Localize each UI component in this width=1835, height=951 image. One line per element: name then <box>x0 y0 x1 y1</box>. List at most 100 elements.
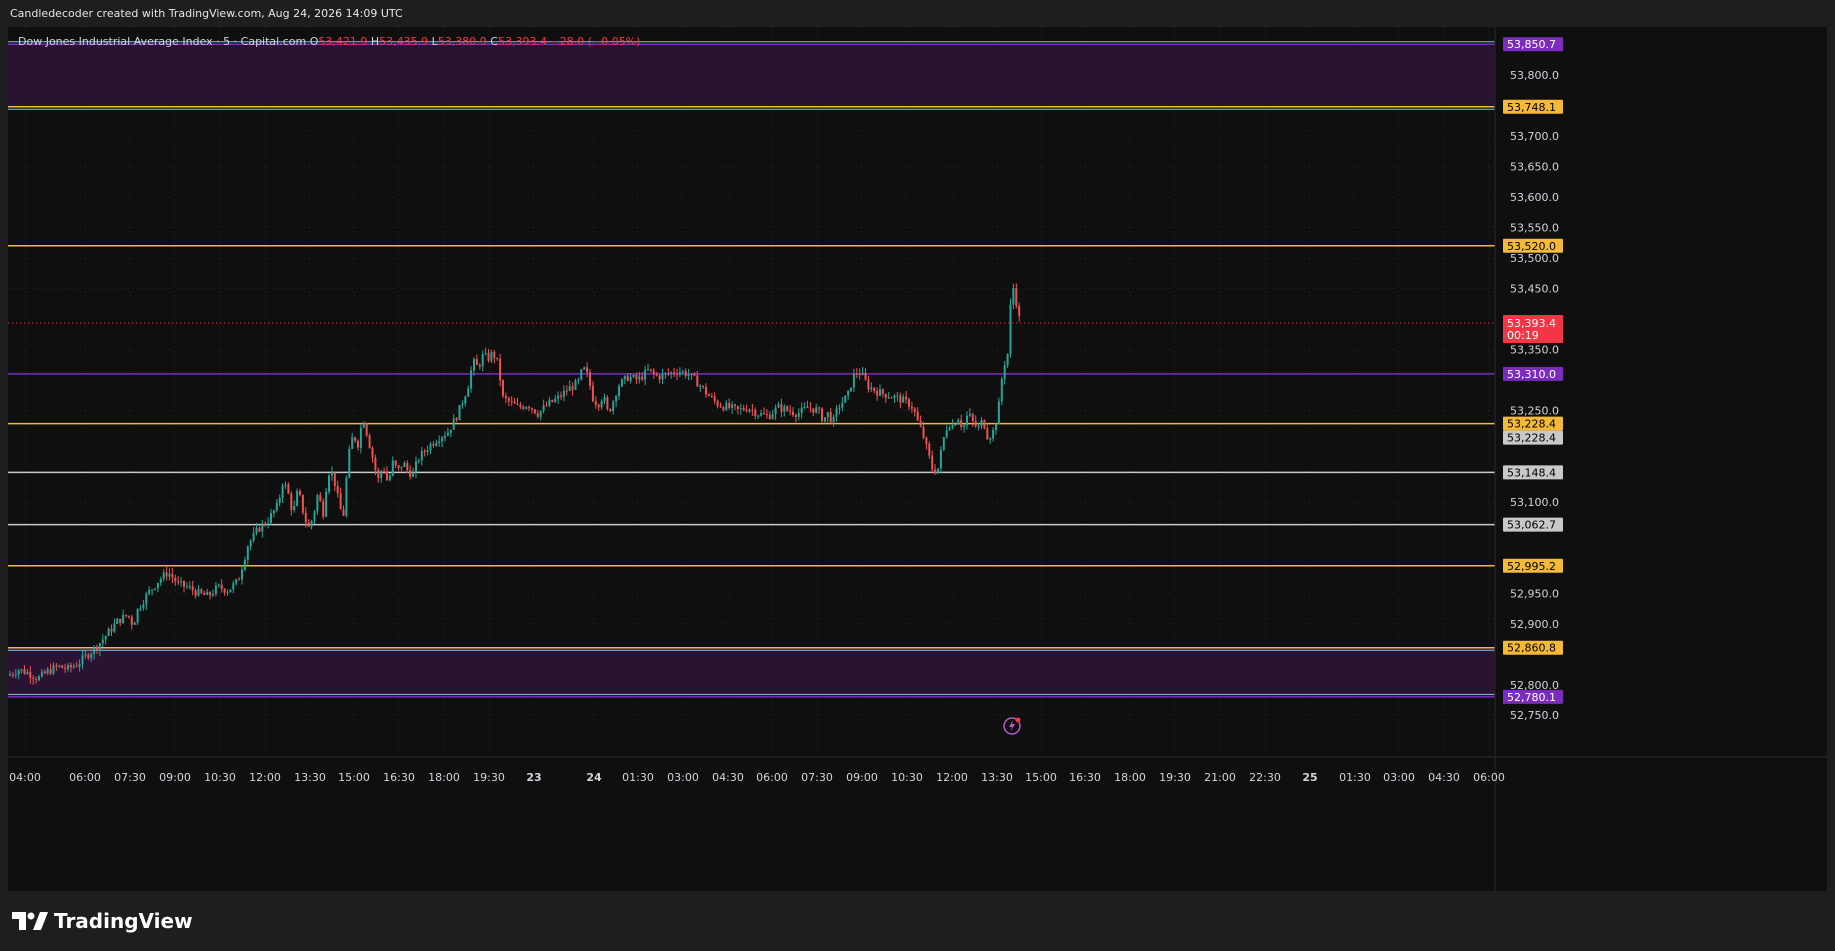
candle-body <box>113 623 116 632</box>
candle-body <box>185 586 188 588</box>
candle-body <box>539 410 542 417</box>
candle-body <box>667 372 670 374</box>
candle-body <box>632 374 635 378</box>
candle-body <box>412 472 415 477</box>
candle-body <box>371 447 374 458</box>
candle-body <box>707 394 710 397</box>
candle-body <box>438 441 441 443</box>
candle-body <box>818 407 821 409</box>
candle-body <box>548 399 551 406</box>
candle-body <box>792 411 794 416</box>
candle-body <box>212 594 214 596</box>
candle-body <box>713 396 716 401</box>
candle-body <box>676 373 678 375</box>
candle-body <box>594 401 597 405</box>
candle-body <box>968 414 971 416</box>
candle-body <box>560 395 562 397</box>
candle-body <box>487 353 490 361</box>
candle-body <box>803 406 806 408</box>
time-axis-label: 04:30 <box>712 771 744 784</box>
candle-body <box>623 375 626 380</box>
time-axis-label: 06:00 <box>1473 771 1505 784</box>
candle-body <box>136 608 139 623</box>
candle-body <box>626 375 629 381</box>
price-level-tag-label: 53,228.4 <box>1507 418 1556 431</box>
price-level-tag-label: 53,748.1 <box>1507 101 1556 114</box>
time-axis-label: 07:30 <box>114 771 146 784</box>
candle-body <box>461 403 464 406</box>
candle-body <box>931 455 934 470</box>
candle-body <box>783 406 786 412</box>
candle-body <box>826 412 829 418</box>
candle-body <box>145 593 148 605</box>
candle-body <box>455 418 458 421</box>
legend-high-value: 53,435.9 <box>379 35 429 48</box>
candle-body <box>32 677 35 679</box>
candle-body <box>87 654 90 659</box>
time-axis-label: 23 <box>526 771 541 784</box>
candle-body <box>722 407 725 411</box>
time-axis-label: 03:00 <box>1383 771 1415 784</box>
candle-body <box>191 586 194 591</box>
candle-body <box>156 582 159 589</box>
tradingview-logo[interactable]: TradingView <box>12 909 193 933</box>
candle-body <box>226 592 229 594</box>
candle-body <box>29 671 32 678</box>
price-level-tag-label: 53,310.0 <box>1507 368 1556 381</box>
candle-body <box>589 372 591 386</box>
time-axis-label: 06:00 <box>756 771 788 784</box>
candle-body <box>362 423 365 428</box>
candle-body <box>989 438 992 440</box>
candle-body <box>194 590 197 596</box>
candle-body <box>789 410 792 412</box>
candle-body <box>11 674 14 676</box>
candle-body <box>49 669 52 674</box>
candle-body <box>249 540 252 547</box>
candle-body <box>893 395 896 399</box>
time-axis-label: 01:30 <box>622 771 654 784</box>
candle-body <box>359 427 362 448</box>
candle-body <box>313 511 316 521</box>
candle-body <box>716 400 719 407</box>
candle-body <box>710 396 713 398</box>
candle-body <box>38 676 40 681</box>
candle-body <box>458 405 461 421</box>
candle-body <box>452 418 455 430</box>
time-axis-label: 16:30 <box>1069 771 1101 784</box>
candle-body <box>1012 288 1015 305</box>
candle-body <box>241 569 243 580</box>
candle-body <box>365 423 368 436</box>
candle-body <box>72 666 75 668</box>
candle-body <box>533 409 536 414</box>
candle-body <box>67 665 69 669</box>
candle-body <box>945 430 948 438</box>
candle-body <box>960 419 963 427</box>
candle-body <box>14 674 17 676</box>
candle-body <box>386 471 388 481</box>
candle-body <box>850 387 852 392</box>
candle-body <box>829 412 832 423</box>
time-axis-label: 04:00 <box>9 771 41 784</box>
candle-body <box>444 435 446 438</box>
candle-body <box>620 379 623 387</box>
candle-body <box>652 370 655 374</box>
legend-symbol[interactable]: Dow Jones Industrial Average Index · 5 ·… <box>18 35 306 48</box>
candle-body <box>980 420 983 426</box>
candle-body <box>470 370 473 389</box>
price-axis-label: 53,250.0 <box>1510 404 1559 417</box>
candle-body <box>235 579 238 584</box>
candle-body <box>220 584 223 590</box>
price-axis-label: 52,750.0 <box>1510 709 1559 722</box>
candle-body <box>687 374 690 376</box>
candle-body <box>342 509 345 516</box>
candle-body <box>861 372 864 375</box>
price-chart[interactable]: 53,800.0 53,700.0 53,650.0 53,600.0 53,550.0… <box>8 27 1827 891</box>
time-axis-label: 10:30 <box>204 771 236 784</box>
supply-demand-zone <box>8 647 1495 697</box>
candle-body <box>934 469 937 474</box>
candle-body <box>812 408 815 413</box>
chart-pane[interactable]: 53,800.0 53,700.0 53,650.0 53,600.0 53,550.0… <box>8 27 1827 891</box>
candle-body <box>745 409 748 412</box>
candle-body <box>493 351 496 358</box>
candle-body <box>357 440 359 448</box>
